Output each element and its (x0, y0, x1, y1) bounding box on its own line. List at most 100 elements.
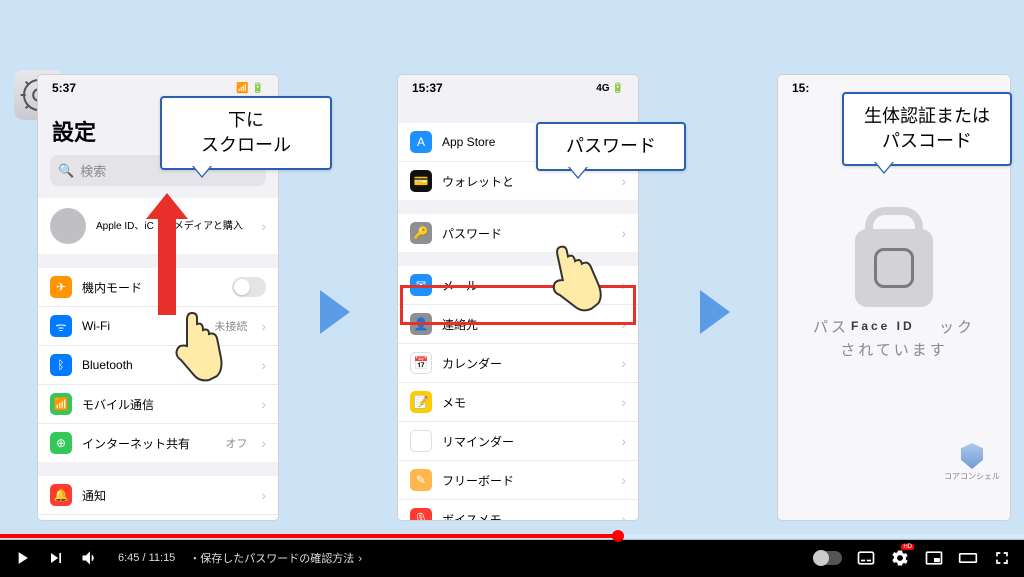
captions-button[interactable] (856, 548, 876, 568)
row-label: メモ (442, 394, 611, 411)
row-label: フリーボード (442, 472, 611, 489)
shield-icon (961, 443, 983, 469)
callout-password: パスワード (536, 122, 686, 171)
chevron-right-icon: › (261, 435, 266, 451)
row-reminders[interactable]: ⦿ リマインダー › (398, 422, 638, 461)
row-label: モバイル通信 (82, 396, 251, 413)
voicememo-icon: 🎙 (410, 508, 432, 520)
chevron-right-icon: › (621, 173, 626, 189)
row-freeboard[interactable]: ✎ フリーボード › (398, 461, 638, 500)
chevron-right-icon: › (621, 394, 626, 410)
wallet-icon: 💳 (410, 170, 432, 192)
row-hotspot[interactable]: ⊕ インターネット共有 オフ › (38, 424, 278, 462)
chevron-right-icon: › (621, 511, 626, 520)
chapter-title[interactable]: ・保存したパスワードの確認方法 › (189, 550, 362, 566)
watermark-label: コアコンシェル (944, 471, 1000, 482)
callout-scroll: 下に スクロール (160, 96, 332, 170)
row-label: 通知 (82, 487, 251, 504)
chapter-label: ・保存したパスワードの確認方法 (189, 553, 354, 565)
callout-text: 生体認証または パスコード (864, 106, 990, 151)
search-placeholder: 検索 (80, 161, 106, 180)
wifi-icon: ᯤ (50, 315, 72, 337)
step-arrow-icon (320, 290, 350, 334)
status-time: 15:37 (412, 81, 443, 95)
callout-text: 下に スクロール (201, 110, 291, 155)
notes-icon: 📝 (410, 391, 432, 413)
row-notes[interactable]: 📝 メモ › (398, 383, 638, 422)
volume-button[interactable] (80, 548, 100, 568)
contacts-icon: 👤 (410, 313, 432, 335)
lock-icon (855, 229, 933, 307)
row-notifications[interactable]: 🔔 通知 › (38, 476, 278, 515)
row-label: インターネット共有 (82, 435, 215, 452)
channel-watermark[interactable]: コアコンシェル (944, 443, 1000, 482)
video-progress-bar[interactable] (0, 534, 1024, 538)
freeboard-icon: ✎ (410, 469, 432, 491)
lock-text: パス ック Face ID されています (813, 317, 975, 362)
time-display: 6:45 / 11:15 (118, 552, 175, 564)
chevron-right-icon: › (261, 218, 266, 234)
scroll-up-arrow (158, 215, 176, 315)
row-bluetooth[interactable]: ᛒ Bluetooth › (38, 346, 278, 385)
faceid-label: Face ID (851, 317, 915, 335)
cellular-icon: 📶 (50, 393, 72, 415)
status-time: 5:37 (52, 81, 76, 95)
row-label: 機内モード (82, 279, 222, 296)
reminders-icon: ⦿ (410, 430, 432, 452)
duration: 11:15 (149, 552, 176, 564)
signal-label: 4G (596, 83, 609, 94)
row-mobile[interactable]: 📶 モバイル通信 › (38, 385, 278, 424)
calendar-icon: 📅 (410, 352, 432, 374)
settings-button[interactable]: HD (890, 548, 910, 568)
chevron-right-icon: › (261, 357, 266, 373)
faceid-icon (874, 248, 914, 288)
chevron-right-icon: › (358, 553, 362, 565)
row-calendar[interactable]: 📅 カレンダー › (398, 344, 638, 383)
status-icons: 📶 🔋 (236, 83, 264, 94)
progress-played (0, 534, 618, 538)
row-label: ボイスメモ (442, 511, 611, 521)
appstore-icon: A (410, 131, 432, 153)
current-time: 6:45 (118, 552, 139, 564)
autoplay-toggle[interactable] (814, 551, 842, 565)
chevron-right-icon: › (621, 433, 626, 449)
airplane-toggle[interactable] (232, 277, 266, 297)
play-button[interactable] (12, 548, 32, 568)
theater-button[interactable] (958, 548, 978, 568)
status-time: 15: (792, 81, 809, 95)
fullscreen-button[interactable] (992, 548, 1012, 568)
search-icon: 🔍 (58, 163, 74, 179)
lock-line-2: されています (813, 340, 975, 363)
row-sounds[interactable]: 🔊 サウンドと触覚 › (38, 515, 278, 520)
row-label: カレンダー (442, 355, 611, 372)
next-button[interactable] (46, 548, 66, 568)
hotspot-icon: ⊕ (50, 432, 72, 454)
chevron-right-icon: › (621, 472, 626, 488)
chevron-right-icon: › (621, 355, 626, 371)
hd-badge: HD (901, 544, 914, 550)
miniplayer-button[interactable] (924, 548, 944, 568)
pointing-hand-icon (166, 308, 228, 388)
callout-text: パスワード (566, 136, 656, 156)
chevron-right-icon: › (621, 277, 626, 293)
mail-icon: ✉ (410, 274, 432, 296)
airplane-icon: ✈ (50, 276, 72, 298)
status-icons: 4G 🔋 (596, 83, 624, 94)
chevron-right-icon: › (261, 396, 266, 412)
bluetooth-icon: ᛒ (50, 354, 72, 376)
step-arrow-icon (700, 290, 730, 334)
status-bar: 15:37 4G 🔋 (398, 75, 638, 99)
chevron-right-icon: › (261, 487, 266, 503)
settings-group-passwords: 🔑 パスワード › (398, 214, 638, 252)
chevron-right-icon: › (621, 225, 626, 241)
chevron-right-icon: › (261, 318, 266, 334)
settings-group-2: 🔔 通知 › 🔊 サウンドと触覚 › ☾ 集中モード › (38, 476, 278, 520)
avatar (50, 208, 86, 244)
bell-icon: 🔔 (50, 484, 72, 506)
row-passwords[interactable]: 🔑 パスワード › (398, 214, 638, 252)
chevron-right-icon: › (621, 316, 626, 332)
video-content: 5:37 📶 🔋 設定 🔍 検索 Apple ID、iC メディアと購入 › ✈… (0, 0, 1024, 540)
faceid-prompt: パス ック Face ID されています (778, 229, 1010, 362)
row-voicememo[interactable]: 🎙 ボイスメモ › (398, 500, 638, 520)
callout-biometric: 生体認証または パスコード (842, 92, 1012, 166)
